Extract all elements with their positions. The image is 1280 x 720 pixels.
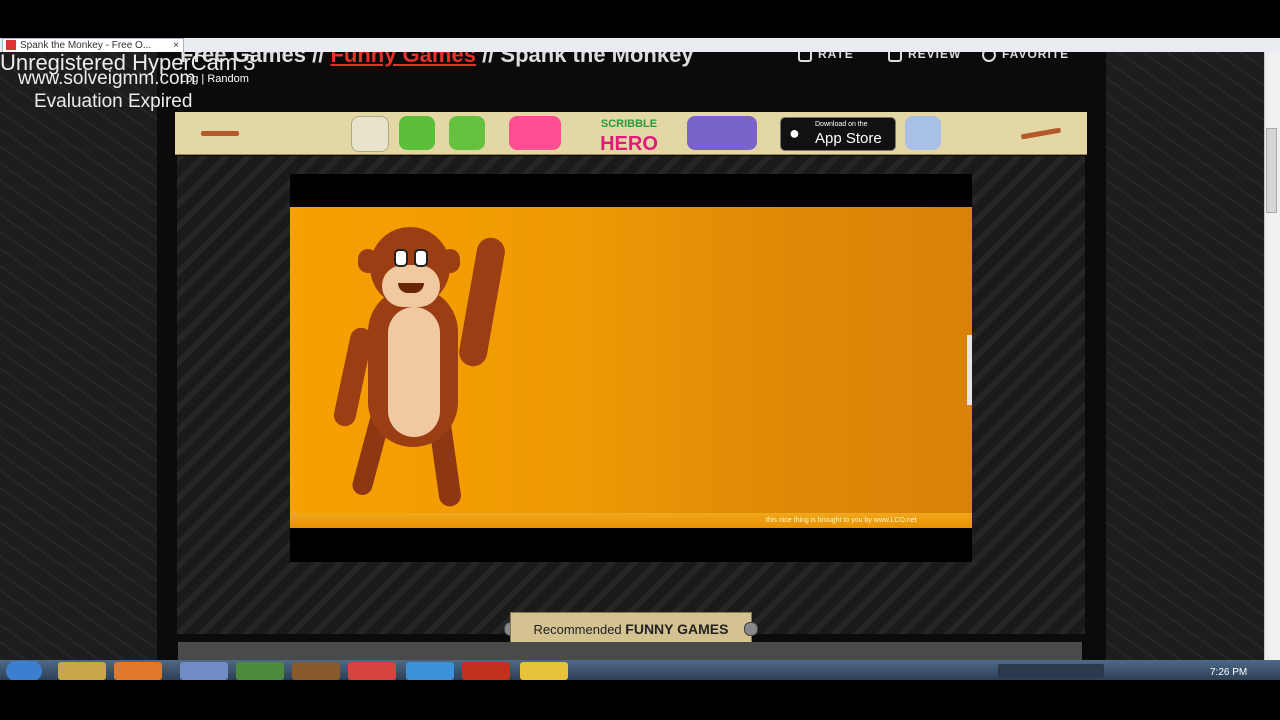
favicon-icon [6, 40, 16, 50]
scribble-text: SCRIBBLE [600, 118, 658, 130]
favorite-button[interactable]: FAVORITE [982, 52, 1069, 67]
monkey-arm-right [456, 235, 508, 369]
monkey-eye-right [414, 249, 428, 267]
apple-icon: ● [789, 123, 800, 143]
appstore-big-label: App Store [815, 130, 882, 147]
promo-banner: SCRIBBLE HERO ● Download on the App Stor… [175, 112, 1087, 155]
system-tray[interactable] [998, 664, 1104, 678]
watermark-line-2: www.solveigmm.com [18, 68, 196, 89]
minecraft-taskbar-icon[interactable] [236, 662, 284, 680]
rate-button[interactable]: RATE [798, 52, 854, 67]
hypercam-taskbar-icon[interactable] [462, 662, 510, 680]
page-title: Spank the Monkey [500, 52, 694, 67]
review-label: REVIEW [908, 52, 962, 61]
game-stage[interactable] [290, 207, 972, 528]
thumb-up-icon [798, 52, 812, 62]
app-store-button[interactable]: ● Download on the App Store [780, 117, 896, 151]
watermark-small: Log | Random [180, 73, 249, 85]
game-scroll-handle[interactable] [967, 335, 972, 405]
security-taskbar-icon[interactable] [520, 662, 568, 680]
tab-title: Spank the Monkey - Free O... [20, 40, 152, 51]
taskbar-clock[interactable]: 7:26 PM [1210, 667, 1247, 678]
breadcrumb-category-link[interactable]: Funny Games [330, 52, 475, 67]
review-button[interactable]: REVIEW [888, 52, 961, 67]
monkey-eye-left [394, 249, 408, 267]
tab-close-icon[interactable]: × [173, 39, 179, 52]
heart-icon [982, 52, 996, 62]
appstore-small-label: Download on the [815, 121, 868, 128]
monkey-belly [388, 307, 440, 437]
start-button[interactable] [6, 661, 42, 681]
recommended-prefix: Recommended [533, 622, 622, 637]
doodle-background-left [0, 52, 157, 660]
internet-explorer-taskbar-icon[interactable] [406, 662, 454, 680]
game-thumb-2[interactable] [399, 116, 435, 150]
breadcrumb-separator: // [482, 52, 495, 67]
paint-taskbar-icon[interactable] [180, 662, 228, 680]
watermark-line-3: Evaluation Expired [34, 91, 193, 112]
breadcrumb-separator: // [312, 52, 325, 67]
recommended-category: FUNNY GAMES [625, 621, 729, 637]
recommended-games-row [178, 642, 1082, 660]
letterbox-bottom [0, 680, 1280, 720]
explorer-taskbar-icon[interactable] [58, 662, 106, 680]
banner-stick-left [201, 131, 239, 136]
browser-tab[interactable]: Spank the Monkey - Free O... × [2, 38, 184, 52]
game-thumb-1[interactable] [351, 116, 389, 152]
banner-stick-right [1020, 127, 1062, 140]
monkey-ear-right [440, 249, 460, 273]
chrome-taskbar-icon[interactable] [348, 662, 396, 680]
hero-text: HERO [600, 133, 658, 155]
game-credit[interactable]: this nice thing is brought to you by www… [766, 517, 917, 524]
pin-icon [744, 622, 758, 636]
page-scroll-thumb[interactable] [1266, 128, 1277, 213]
web-page: Free Games // Funny Games // Spank the M… [0, 52, 1280, 660]
scribble-hero-logo[interactable]: SCRIBBLE HERO [596, 114, 662, 155]
game-thumb-4[interactable] [509, 116, 561, 150]
favorite-label: FAVORITE [1002, 52, 1070, 61]
doodle-background-right [1106, 52, 1264, 660]
game-thumb-6[interactable] [905, 116, 941, 150]
game-thumb-5[interactable] [687, 116, 757, 150]
browser-tab-strip [0, 38, 1280, 53]
monkey-ear-left [358, 249, 378, 273]
game-thumb-3[interactable] [449, 116, 485, 150]
recommended-heading: Recommended FUNNY GAMES [510, 612, 752, 646]
media-player-taskbar-icon[interactable] [114, 662, 162, 680]
game-taskbar-icon[interactable] [292, 662, 340, 680]
rate-label: RATE [818, 52, 854, 61]
pencil-icon [888, 52, 902, 62]
breadcrumb: Free Games // Funny Games // Spank the M… [180, 52, 694, 67]
